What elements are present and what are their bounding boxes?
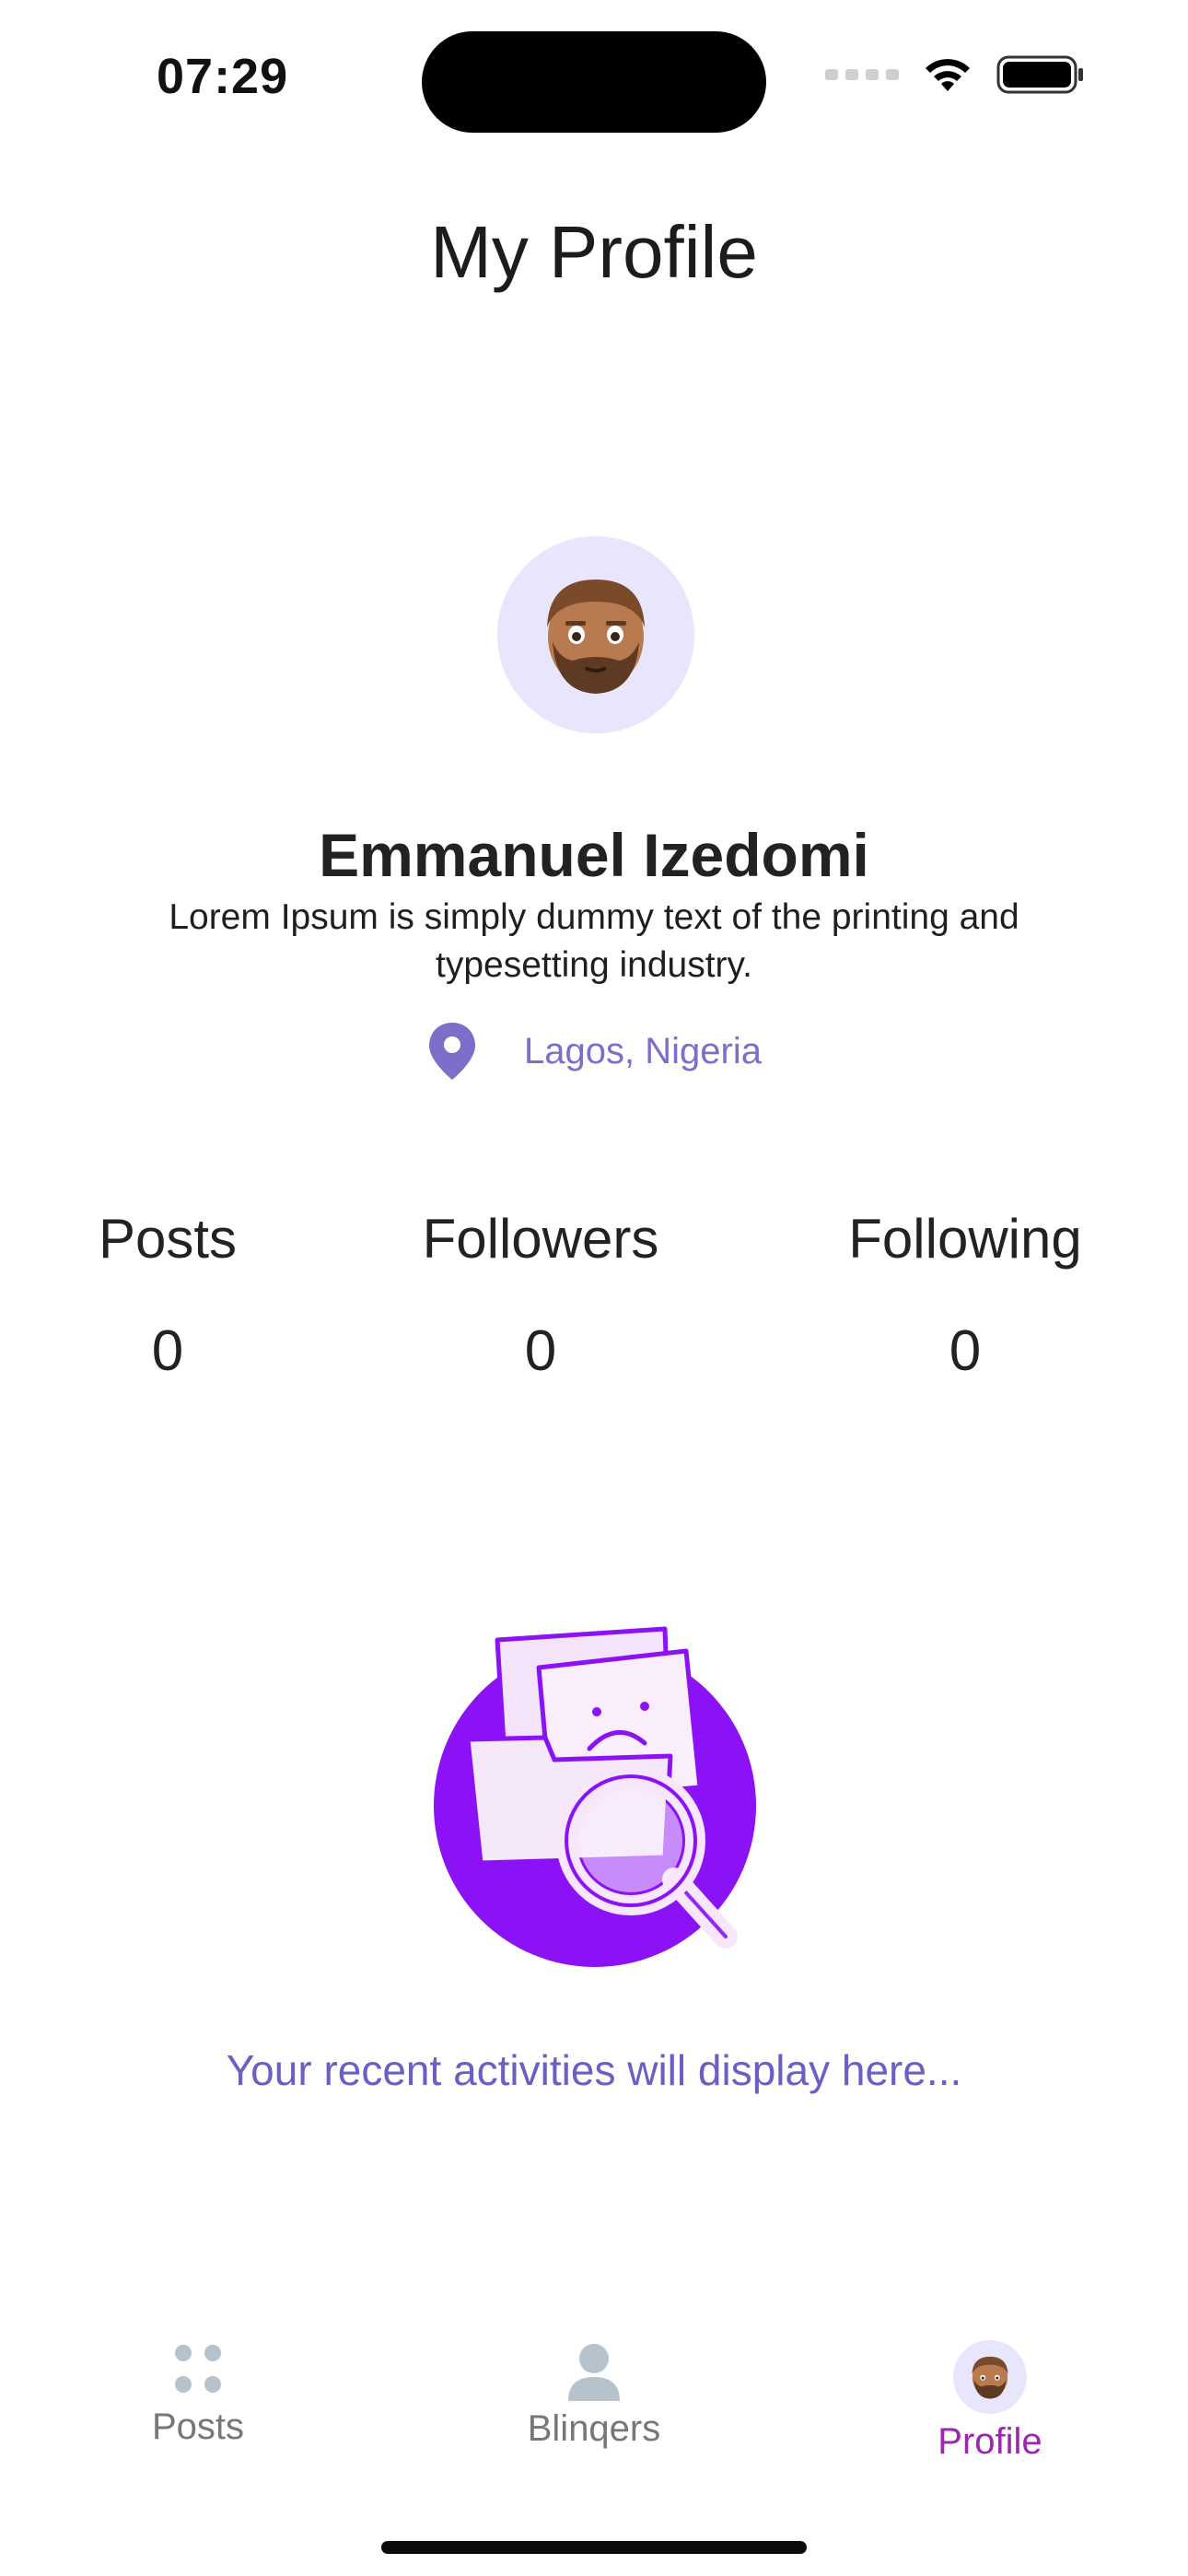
wifi-icon xyxy=(926,59,970,91)
page-title: My Profile xyxy=(430,211,758,293)
stat-label: Following xyxy=(848,1208,1082,1270)
dynamic-island xyxy=(422,31,766,133)
battery-icon xyxy=(996,55,1083,94)
stat-followers[interactable]: Followers 0 xyxy=(356,1207,725,1384)
status-icons xyxy=(825,53,1085,96)
status-time: 07:29 xyxy=(157,49,289,104)
tab-label: Posts xyxy=(151,2406,245,2447)
stat-label: Posts xyxy=(98,1208,238,1270)
tab-profile[interactable]: Profile xyxy=(852,2340,1128,2463)
home-indicator[interactable] xyxy=(381,2541,807,2554)
stat-value: 0 xyxy=(949,1319,982,1383)
bearded-man-avatar-icon xyxy=(547,580,645,694)
tab-label: Profile xyxy=(938,2421,1042,2462)
stat-following[interactable]: Following 0 xyxy=(781,1207,1149,1384)
tab-label: Blinqers xyxy=(527,2408,661,2449)
location-row: Lagos, Nigeria xyxy=(0,1021,1188,1082)
grid-dots-icon xyxy=(175,2345,221,2393)
tab-posts[interactable]: Posts xyxy=(60,2340,336,2448)
stat-value: 0 xyxy=(524,1319,557,1383)
stat-posts[interactable]: Posts 0 xyxy=(0,1207,352,1384)
avatar-icon xyxy=(953,2340,1027,2414)
person-icon xyxy=(568,2344,620,2401)
profile-avatar[interactable] xyxy=(497,536,694,733)
location-text: Lagos, Nigeria xyxy=(524,1030,762,1071)
tab-blinqers[interactable]: Blinqers xyxy=(456,2340,732,2450)
stat-value: 0 xyxy=(151,1319,184,1383)
location-pin-icon xyxy=(429,1023,476,1080)
cellular-signal-icon xyxy=(825,69,899,80)
empty-state-message: Your recent activities will display here… xyxy=(226,2046,962,2094)
sad-folder-search-icon xyxy=(434,1626,756,1967)
user-bio: Lorem Ipsum is simply dummy text of the … xyxy=(169,897,1019,985)
user-name: Emmanuel Izedomi xyxy=(319,821,869,889)
stat-label: Followers xyxy=(422,1208,659,1270)
